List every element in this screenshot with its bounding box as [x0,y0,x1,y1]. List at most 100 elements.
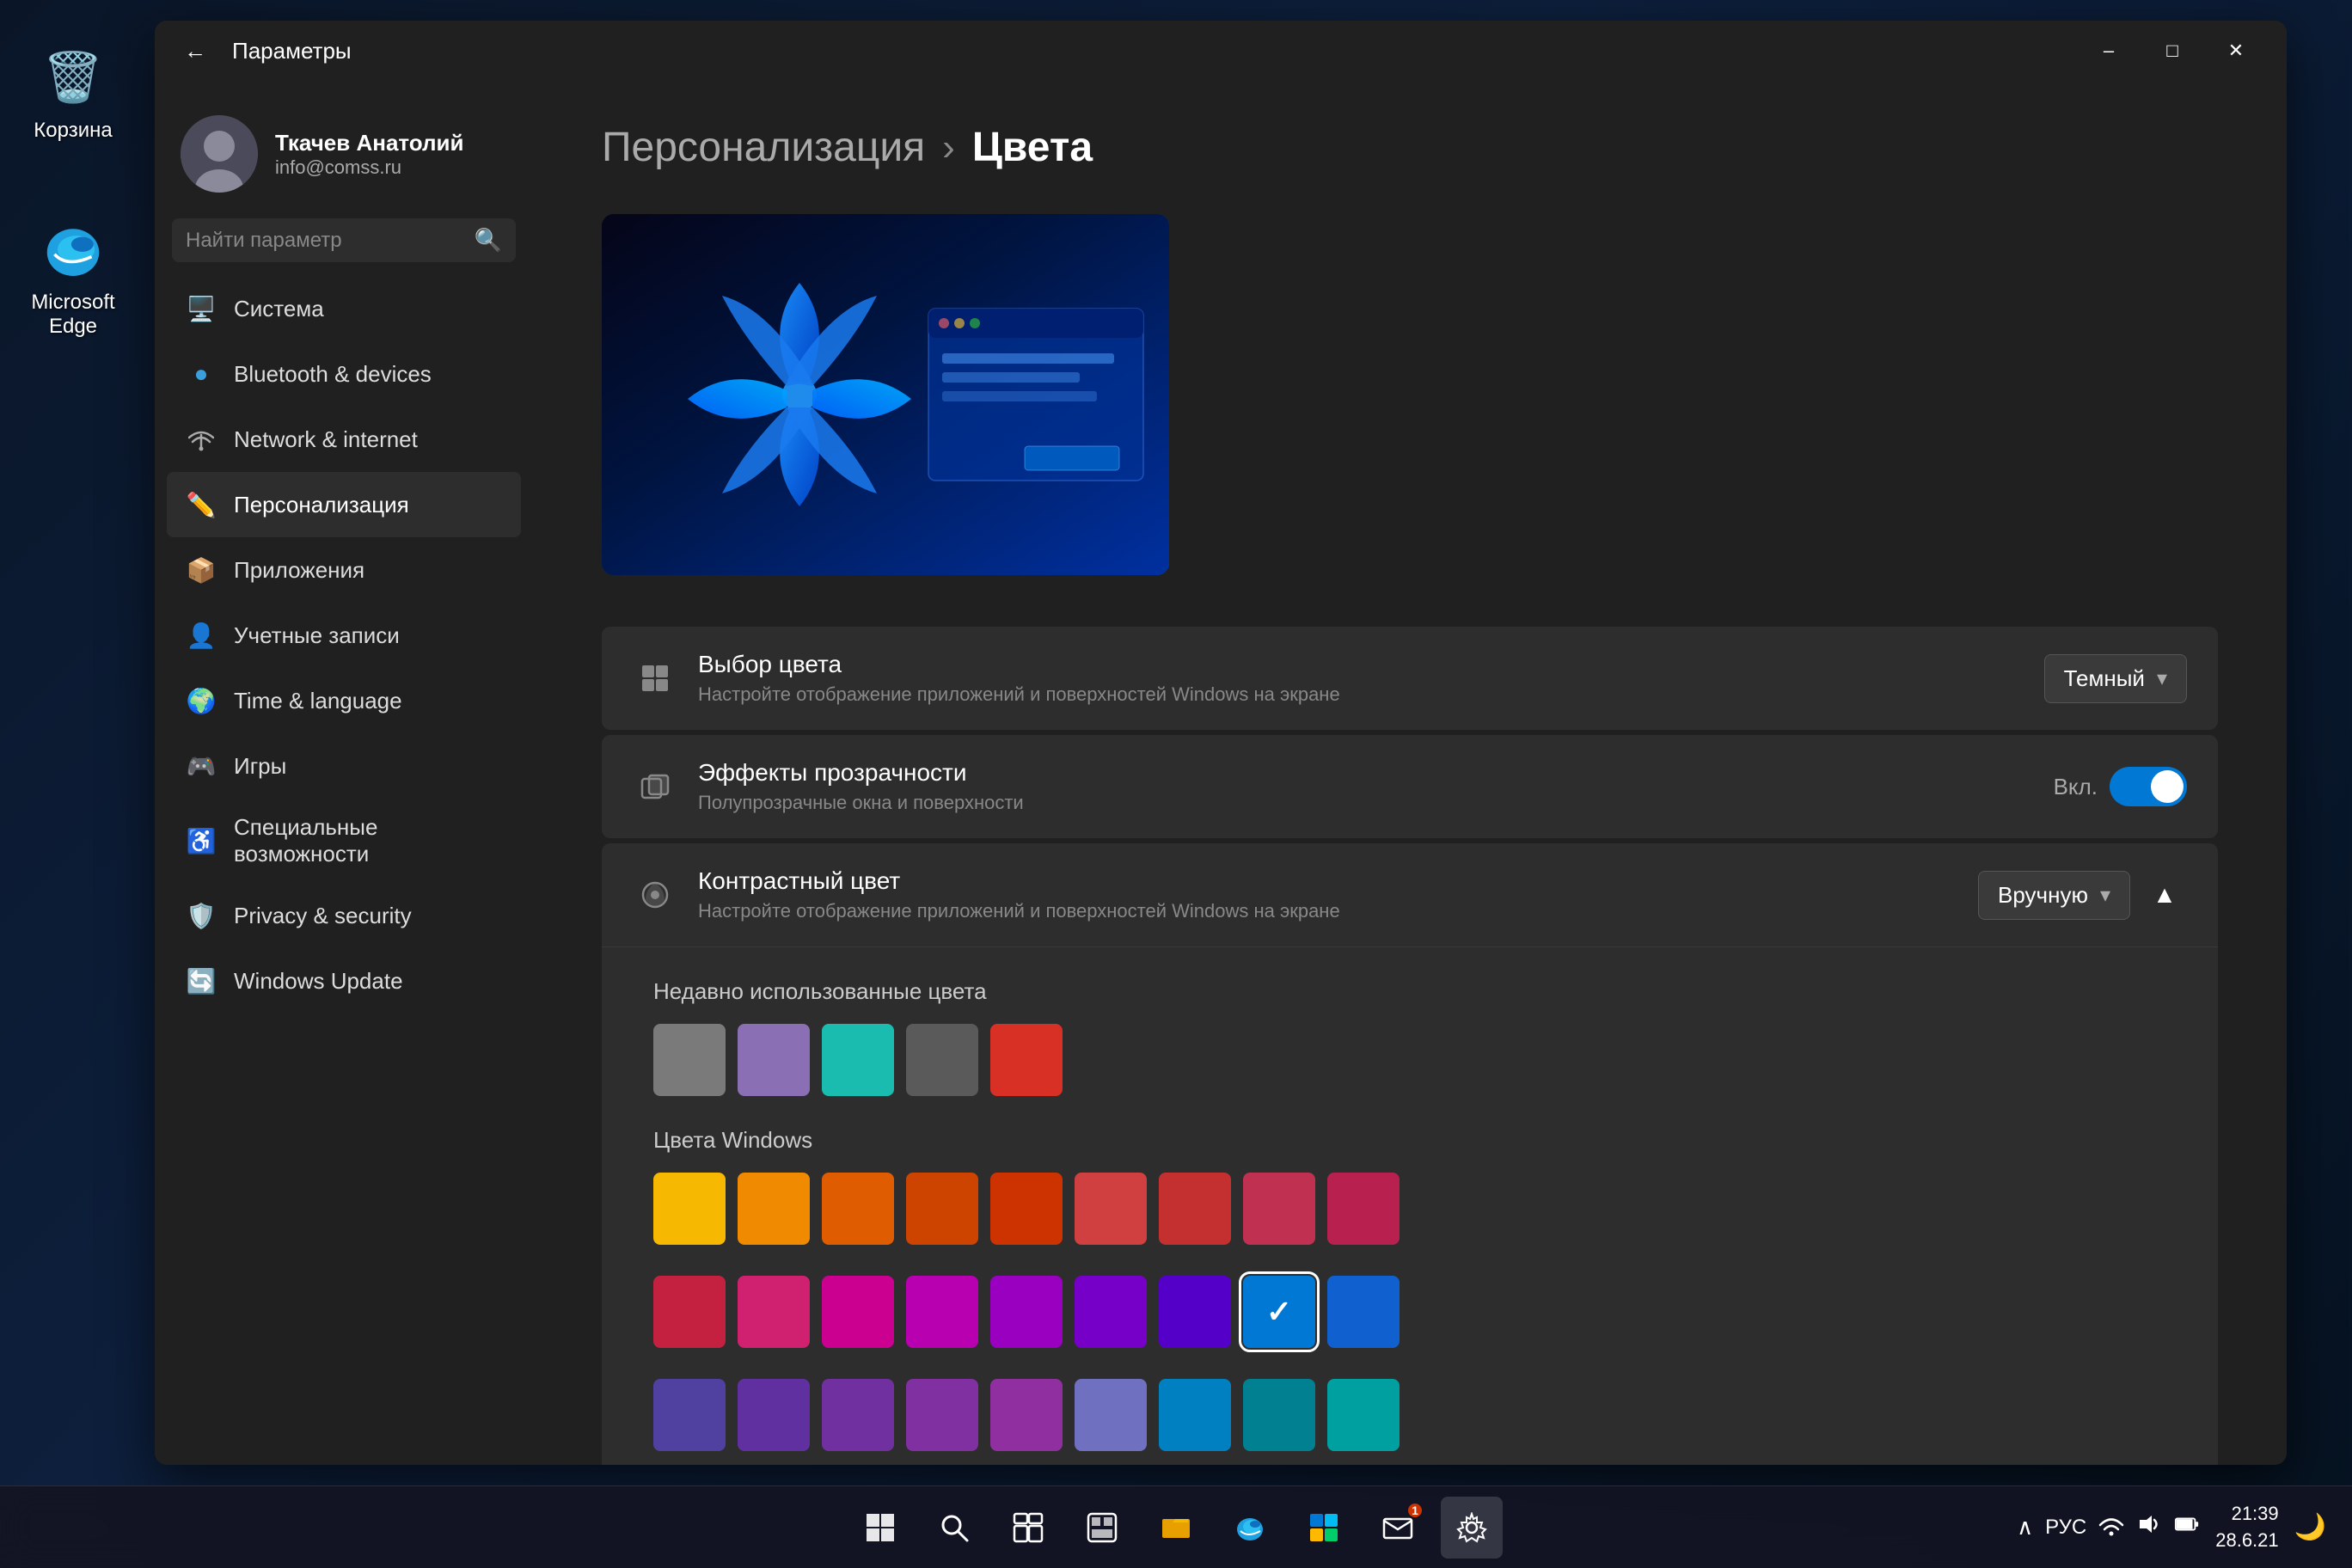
file-explorer-button[interactable] [1145,1497,1207,1559]
recent-swatch-1[interactable] [738,1024,810,1096]
win-swatch-0-0[interactable] [653,1173,726,1245]
network-tray-icon[interactable] [2098,1511,2124,1543]
win-swatch-0-6[interactable] [1159,1173,1231,1245]
window-title: Параметры [232,38,352,64]
color-choice-row: Выбор цвета Настройте отображение прилож… [602,627,2218,730]
win-swatch-2-4[interactable] [990,1379,1063,1451]
accent-value: Вручную [1998,882,2088,909]
search-box[interactable]: 🔍 [172,218,516,262]
search-input[interactable] [186,229,464,253]
sidebar-item-accessibility[interactable]: ♿ Специальные возможности [167,799,521,883]
date-display: 28.6.21 [2215,1528,2278,1554]
sidebar-item-system[interactable]: 🖥️ Система [167,276,521,341]
sidebar-item-personalization[interactable]: ✏️ Персонализация [167,472,521,537]
transparency-control: Вкл. [2054,767,2187,806]
gaming-icon: 🎮 [184,749,218,783]
sidebar-item-personalization-label: Персонализация [234,492,409,518]
win-swatch-2-8[interactable] [1327,1379,1400,1451]
sidebar-item-network[interactable]: Network & internet [167,407,521,472]
win-swatch-0-5[interactable] [1075,1173,1147,1245]
accent-expand-button[interactable]: ▲ [2142,873,2187,917]
win-swatch-1-4[interactable] [990,1276,1063,1348]
time-icon: 🌍 [184,683,218,718]
color-choice-dropdown[interactable]: Темный ▾ [2044,654,2187,703]
taskview-button[interactable] [997,1497,1059,1559]
desktop-icon-edge[interactable]: Microsoft Edge [17,206,129,347]
win-swatch-1-1[interactable] [738,1276,810,1348]
transparency-icon [633,764,677,809]
taskbar-right: ∧ РУС [2017,1501,2326,1554]
win-swatch-1-3[interactable] [906,1276,978,1348]
notification-icon[interactable]: 🌙 [2294,1512,2326,1542]
accent-dropdown[interactable]: Вручную ▾ [1978,871,2130,920]
tray-chevron[interactable]: ∧ [2017,1514,2033,1540]
win-swatch-0-2[interactable] [822,1173,894,1245]
win-swatch-2-1[interactable] [738,1379,810,1451]
win-swatch-0-8[interactable] [1327,1173,1400,1245]
recent-swatch-4[interactable] [990,1024,1063,1096]
sidebar-item-update-label: Windows Update [234,968,403,995]
color-choice-desc: Настройте отображение приложений и повер… [698,683,2024,706]
win-swatch-0-1[interactable] [738,1173,810,1245]
win-swatch-0-3[interactable] [906,1173,978,1245]
sidebar-item-accessibility-label: Специальные возможности [234,814,504,867]
settings-taskbar-button[interactable] [1441,1497,1503,1559]
accent-title: Контрастный цвет [698,867,1957,895]
sidebar-item-bluetooth[interactable]: ● Bluetooth & devices [167,341,521,407]
sidebar-item-accounts[interactable]: 👤 Учетные записи [167,603,521,668]
back-button[interactable]: ← [175,31,215,70]
win-swatch-2-6[interactable] [1159,1379,1231,1451]
time-display: 21:39 [2215,1501,2278,1528]
recent-swatch-2[interactable] [822,1024,894,1096]
sidebar: Ткачев Анатолий info@comss.ru 🔍 🖥️ Систе… [155,81,533,1465]
minimize-button[interactable]: – [2079,29,2139,72]
win-swatch-1-0[interactable] [653,1276,726,1348]
sidebar-item-apps-label: Приложения [234,557,364,584]
recent-swatch-3[interactable] [906,1024,978,1096]
win-swatch-2-5[interactable] [1075,1379,1147,1451]
widgets-button[interactable] [1071,1497,1133,1559]
sidebar-item-privacy-label: Privacy & security [234,903,412,929]
taskbar-search-button[interactable] [923,1497,985,1559]
transparency-title: Эффекты прозрачности [698,759,2033,787]
sidebar-item-privacy[interactable]: 🛡️ Privacy & security [167,883,521,948]
sidebar-item-gaming[interactable]: 🎮 Игры [167,733,521,799]
edge-taskbar-button[interactable] [1219,1497,1281,1559]
maximize-button[interactable]: □ [2142,29,2202,72]
desktop-icon-recycle[interactable]: 🗑️ Корзина [17,34,129,151]
store-button[interactable] [1293,1497,1355,1559]
color-choice-title: Выбор цвета [698,651,2024,678]
sidebar-item-apps[interactable]: 📦 Приложения [167,537,521,603]
mail-button[interactable]: 1 [1367,1497,1429,1559]
win-swatch-1-7-selected[interactable] [1243,1276,1315,1348]
apps-icon: 📦 [184,553,218,587]
start-button[interactable] [849,1497,911,1559]
breadcrumb-current: Цвета [972,124,1093,171]
win-swatch-2-7[interactable] [1243,1379,1315,1451]
language-indicator[interactable]: РУС [2045,1516,2086,1540]
recent-swatch-0[interactable] [653,1024,726,1096]
win-swatch-1-8[interactable] [1327,1276,1400,1348]
user-profile[interactable]: Ткачев Анатолий info@comss.ru [167,98,521,218]
win-swatch-0-7[interactable] [1243,1173,1315,1245]
sidebar-item-update[interactable]: 🔄 Windows Update [167,948,521,1014]
win-swatch-2-2[interactable] [822,1379,894,1451]
win-swatch-0-4[interactable] [990,1173,1063,1245]
battery-icon[interactable] [2174,1511,2200,1543]
win-swatch-2-0[interactable] [653,1379,726,1451]
system-icon: 🖥️ [184,291,218,326]
sidebar-item-system-label: Система [234,296,324,322]
clock[interactable]: 21:39 28.6.21 [2215,1501,2278,1554]
win-swatch-1-5[interactable] [1075,1276,1147,1348]
transparency-toggle[interactable] [2110,767,2187,806]
recent-color-swatches [653,1024,2166,1096]
win-swatch-1-6[interactable] [1159,1276,1231,1348]
sidebar-item-time[interactable]: 🌍 Time & language [167,668,521,733]
win-swatch-2-3[interactable] [906,1379,978,1451]
close-button[interactable]: ✕ [2206,29,2266,72]
user-info: Ткачев Анатолий info@comss.ru [275,130,464,179]
volume-icon[interactable] [2136,1511,2162,1543]
settings-window: ← Параметры – □ ✕ [155,21,2287,1465]
win-swatch-1-2[interactable] [822,1276,894,1348]
transparency-desc: Полупрозрачные окна и поверхности [698,792,2033,814]
